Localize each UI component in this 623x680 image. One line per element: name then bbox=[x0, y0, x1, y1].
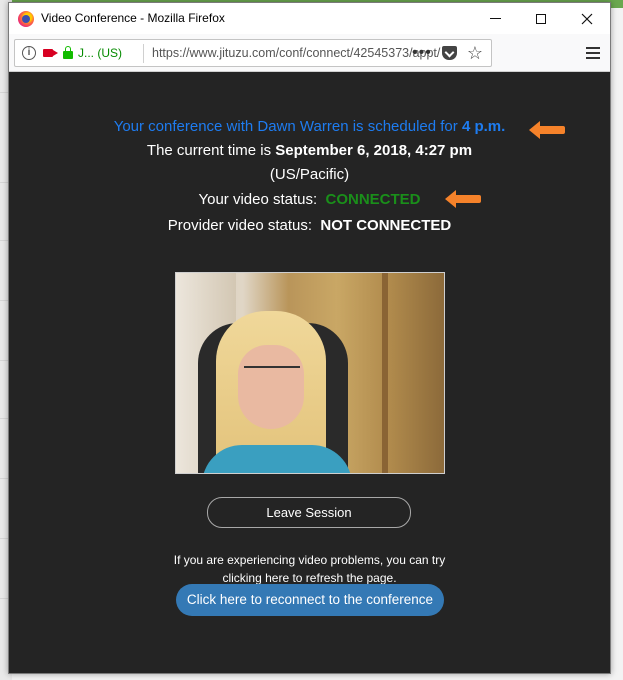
current-time-label: The current time is bbox=[146, 142, 276, 159]
video-person bbox=[238, 345, 304, 429]
timezone-text: (US/Pacific) bbox=[269, 166, 350, 183]
current-time-value: September 6, 2018, 4:27 pm bbox=[275, 142, 473, 159]
reconnect-button[interactable]: Click here to reconnect to the conferenc… bbox=[176, 584, 444, 616]
minimize-button[interactable] bbox=[472, 3, 518, 34]
more-dots-icon[interactable]: ••• bbox=[412, 45, 432, 61]
schedule-text: Your conference with Dawn Warren is sche… bbox=[113, 118, 462, 135]
maximize-button[interactable] bbox=[518, 3, 564, 34]
pocket-icon[interactable] bbox=[441, 46, 457, 60]
conference-page: Your conference with Dawn Warren is sche… bbox=[9, 72, 610, 673]
provider-status-label: Provider video status: bbox=[167, 217, 313, 234]
browser-window: Video Conference - Mozilla Firefox i J..… bbox=[8, 2, 611, 674]
site-identity[interactable]: J... (US) bbox=[78, 46, 122, 60]
hamburger-menu-icon[interactable] bbox=[586, 47, 600, 59]
your-status-value: CONNECTED bbox=[325, 191, 421, 208]
info-icon[interactable]: i bbox=[22, 46, 36, 60]
firefox-logo-icon bbox=[18, 11, 34, 27]
address-bar[interactable]: i J... (US) https://www.jituzu.com/conf/… bbox=[14, 39, 492, 67]
bookmark-star-icon[interactable]: ☆ bbox=[467, 44, 483, 62]
navigation-toolbar: i J... (US) https://www.jituzu.com/conf/… bbox=[9, 34, 610, 72]
maximize-icon bbox=[536, 13, 546, 24]
video-background bbox=[382, 273, 388, 473]
title-bar: Video Conference - Mozilla Firefox bbox=[9, 3, 610, 34]
url-text[interactable]: https://www.jituzu.com/conf/connect/4254… bbox=[152, 46, 440, 60]
minimize-icon bbox=[489, 18, 501, 19]
provider-status-value: NOT CONNECTED bbox=[320, 217, 452, 234]
arrow-left-icon bbox=[445, 189, 481, 208]
schedule-line: Your conference with Dawn Warren is sche… bbox=[9, 118, 610, 135]
video-help-text: If you are experiencing video problems, … bbox=[9, 551, 610, 587]
close-icon bbox=[581, 13, 593, 24]
provider-video-status-line: Provider video status: NOT CONNECTED bbox=[9, 217, 610, 234]
url-separator bbox=[143, 44, 144, 63]
leave-session-button[interactable]: Leave Session bbox=[207, 497, 411, 528]
video-person bbox=[244, 366, 300, 378]
close-button[interactable] bbox=[564, 3, 610, 34]
schedule-time: 4 p.m. bbox=[461, 118, 506, 135]
camera-icon[interactable] bbox=[43, 49, 58, 57]
video-person bbox=[202, 445, 352, 473]
video-feed bbox=[175, 272, 445, 474]
your-video-status-line: Your video status: CONNECTED bbox=[9, 191, 610, 208]
your-status-label: Your video status: bbox=[198, 191, 318, 208]
help-line: If you are experiencing video problems, … bbox=[173, 553, 446, 567]
current-time-line: The current time is September 6, 2018, 4… bbox=[9, 142, 610, 159]
arrow-left-icon bbox=[529, 120, 565, 139]
lock-icon[interactable] bbox=[63, 46, 73, 59]
url-tools: ••• ☆ bbox=[412, 44, 483, 62]
window-title: Video Conference - Mozilla Firefox bbox=[41, 11, 225, 25]
